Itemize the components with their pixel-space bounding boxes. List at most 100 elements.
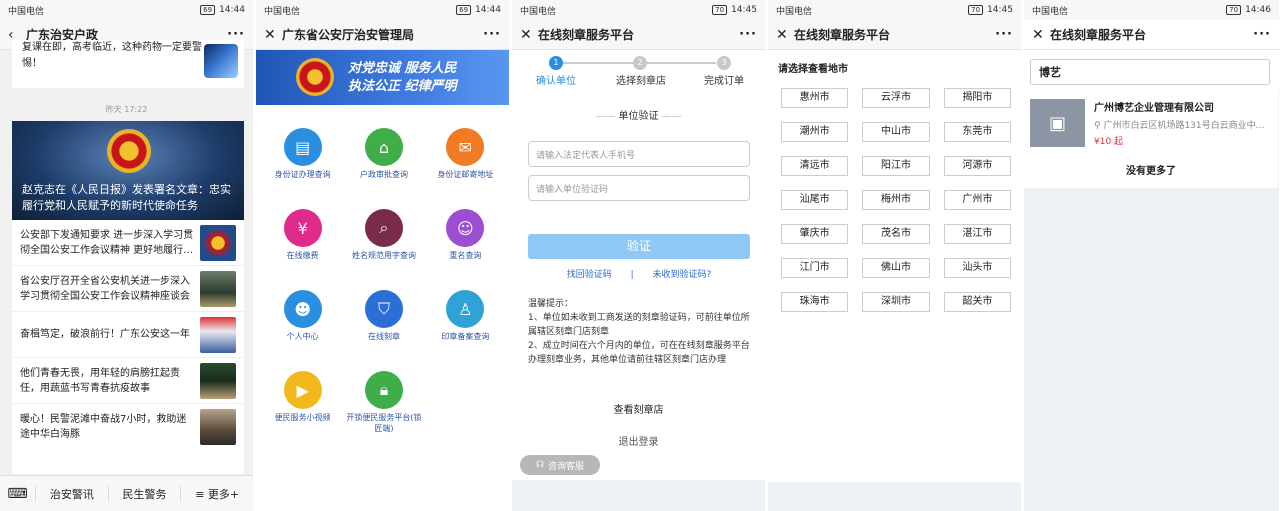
phone-input[interactable]: 请输入法定代表人手机号 xyxy=(528,141,750,167)
service-id-card-query[interactable]: ▤ 身份证办理查询 xyxy=(262,128,343,203)
footer-area xyxy=(512,480,765,511)
news-thumbnail xyxy=(204,44,238,78)
timestamp: 昨天 17:22 xyxy=(105,105,148,114)
city-grid: 惠州市 云浮市 揭阳市潮州市 中山市 东莞市清远市 阳江市 河源市汕尾市 梅州市 广州市肇庆市茂… xyxy=(781,88,1011,312)
recover-code-link[interactable]: 找回验证码 xyxy=(567,270,612,280)
hero-article[interactable]: 赵克志在《人民日报》发表署名文章：忠实履行党和人民赋予的新时代使命任务 xyxy=(12,121,244,220)
search-input[interactable]: 博艺 xyxy=(1030,59,1270,85)
service-mail-address[interactable]: ✉ 身份证邮寄地址 xyxy=(425,128,506,203)
status-bar: 中国电信 70 14:46 xyxy=(1024,0,1279,20)
screen-news: 中国电信 69 14:44 ‹ 广东治安户政 ··· 复课在即，高考临近，这种药物… xyxy=(0,0,254,511)
section-title: —— 单位验证 —— xyxy=(595,111,682,122)
more-icon[interactable]: ··· xyxy=(1253,27,1271,42)
battery-icon: 70 xyxy=(1226,5,1242,15)
city-option[interactable]: 云浮市 xyxy=(862,88,930,108)
city-option[interactable]: 肇庆市 xyxy=(781,224,849,244)
city-option[interactable]: 阳江市 xyxy=(862,156,930,176)
city-option[interactable]: 珠海市 xyxy=(781,292,849,312)
list-thumbnail xyxy=(200,316,236,353)
search-screen-icon: ⌕ xyxy=(364,209,403,247)
list-thumbnail xyxy=(200,270,236,307)
person-icon: ☻ xyxy=(283,290,322,328)
page-title: 广东省公安厅治安管理局 xyxy=(282,28,415,42)
more-icon[interactable]: ··· xyxy=(483,27,501,42)
step-connector xyxy=(646,62,716,64)
view-shops-link[interactable]: 查看刻章店 xyxy=(512,401,765,416)
service-label: 姓名规范用字查询 xyxy=(351,251,416,260)
banner-slogan: 对党忠诚 服务人民 xyxy=(348,61,457,76)
step-label: 选择刻章店 xyxy=(616,76,666,87)
service-online-payment[interactable]: ¥ 在线缴费 xyxy=(262,209,343,284)
close-icon[interactable]: ✕ xyxy=(1032,27,1050,43)
list-item[interactable]: 奋楫笃定，破浪前行！广东公安这一年 xyxy=(12,312,244,358)
verify-button[interactable]: 验证 xyxy=(528,234,750,259)
city-option[interactable]: 韶关市 xyxy=(943,292,1011,312)
city-option[interactable]: 深圳市 xyxy=(862,292,930,312)
city-option[interactable]: 汕尾市 xyxy=(781,190,849,210)
city-option[interactable]: 江门市 xyxy=(781,258,849,278)
city-option[interactable]: 惠州市 xyxy=(781,88,849,108)
list-item-title: 暖心！民警泥滩中奋战7小时，救助迷途中华白海豚 xyxy=(20,414,187,440)
banner-slogan: 执法公正 纪律严明 xyxy=(348,79,457,94)
city-option[interactable]: 广州市 xyxy=(943,190,1011,210)
service-online-seal[interactable]: ⛉ 在线刻章 xyxy=(343,290,424,365)
house-check-icon: ⌂ xyxy=(364,128,403,166)
carrier-label: 中国电信 xyxy=(776,6,813,17)
customer-service-button[interactable]: ☊ 咨询客服 xyxy=(520,455,600,475)
service-label: 印章备案查询 xyxy=(441,332,490,341)
city-option[interactable]: 梅州市 xyxy=(862,190,930,210)
city-option[interactable]: 茂名市 xyxy=(862,224,930,244)
list-item-title: 省公安厅召开全省公安机关进一步深入学习贯彻全国公安工作会议精神座谈会 xyxy=(20,275,190,302)
service-locksmith[interactable]: 🔒︎ 开锁便民服务平台(锁匠端) xyxy=(343,371,424,446)
code-input[interactable]: 请输入单位验证码 xyxy=(528,175,750,201)
service-duplicate-name[interactable]: ☺ 重名查询 xyxy=(425,209,506,284)
list-item[interactable]: 省公安厅召开全省公安机关进一步深入学习贯彻全国公安工作会议精神座谈会 xyxy=(12,266,244,312)
logout-link[interactable]: 退出登录 xyxy=(512,433,765,448)
city-option[interactable]: 中山市 xyxy=(862,122,930,142)
city-option[interactable]: 揭阳市 xyxy=(943,88,1011,108)
service-video[interactable]: ▶ 便民服务小视频 xyxy=(262,371,343,446)
list-item[interactable]: 暖心！民警泥滩中奋战7小时，救助迷途中华白海豚 xyxy=(12,404,244,450)
menu-item[interactable]: 民生警务 xyxy=(109,485,182,502)
mail-icon: ✉ xyxy=(446,128,485,166)
service-seal-record[interactable]: ♙ 印章备案查询 xyxy=(425,290,506,365)
screen-cities: 中国电信 70 14:45 ✕ 在线刻章服务平台 ··· 请选择查看地市 惠州市云… xyxy=(768,0,1022,511)
keyboard-icon[interactable]: ⌨ xyxy=(0,485,36,502)
service-household-approval[interactable]: ⌂ 户政审批查询 xyxy=(343,128,424,203)
more-icon[interactable]: ··· xyxy=(995,27,1013,42)
link-separator: | xyxy=(630,270,634,280)
close-icon[interactable]: ✕ xyxy=(520,27,538,43)
close-icon[interactable]: ✕ xyxy=(264,27,282,43)
headset-icon: ☊ xyxy=(535,460,544,470)
users-icon: ☺ xyxy=(446,209,485,247)
carrier-label: 中国电信 xyxy=(1032,6,1069,17)
list-item[interactable]: 公安部下发通知要求 进一步深入学习贯彻全国公安工作会议精神 更好地履行… xyxy=(12,220,244,266)
city-option[interactable]: 清远市 xyxy=(781,156,849,176)
shop-address: 广州市白云区机场路131号白云商业中… xyxy=(1103,121,1265,131)
news-card[interactable]: 复课在即，高考临近，这种药物一定要警惕！ xyxy=(12,40,244,88)
city-option[interactable]: 湛江市 xyxy=(943,224,1011,244)
shop-result[interactable]: ▣ 广州博艺企业管理有限公司 ⚲ 广州市白云区机场路131号白云商业中… ¥10… xyxy=(1024,90,1278,156)
list-item[interactable]: 他们青春无畏，用年轻的肩膀扛起责任，用蔬蓝书写青春抗疫故事 xyxy=(12,358,244,404)
list-item-title: 公安部下发通知要求 进一步深入学习贯彻全国公安工作会议精神 更好地履行… xyxy=(20,229,194,256)
city-option[interactable]: 汕头市 xyxy=(943,258,1011,278)
service-name-query[interactable]: ⌕ 姓名规范用字查询 xyxy=(343,209,424,284)
status-bar: 中国电信 70 14:45 xyxy=(768,0,1021,20)
nav-bar: ✕ 在线刻章服务平台 ··· xyxy=(1024,20,1279,50)
not-received-link[interactable]: 未收到验证码? xyxy=(653,270,712,280)
nav-bar: ✕ 在线刻章服务平台 ··· xyxy=(768,20,1021,50)
menu-item[interactable]: ≡ 更多+ xyxy=(181,486,253,502)
service-personal-center[interactable]: ☻ 个人中心 xyxy=(262,290,343,365)
city-option[interactable]: 佛山市 xyxy=(862,258,930,278)
service-label: 个人中心 xyxy=(286,332,319,341)
close-icon[interactable]: ✕ xyxy=(776,27,794,43)
service-label: 开锁便民服务平台(锁匠端) xyxy=(346,413,422,433)
city-option[interactable]: 东莞市 xyxy=(943,122,1011,142)
list-thumbnail xyxy=(200,224,236,261)
more-icon[interactable]: ··· xyxy=(739,27,757,42)
menu-item[interactable]: 治安警讯 xyxy=(36,485,109,502)
city-option[interactable]: 河源市 xyxy=(943,156,1011,176)
clock: 14:44 xyxy=(475,5,501,15)
clock: 14:46 xyxy=(1245,5,1271,15)
city-option[interactable]: 潮州市 xyxy=(781,122,849,142)
